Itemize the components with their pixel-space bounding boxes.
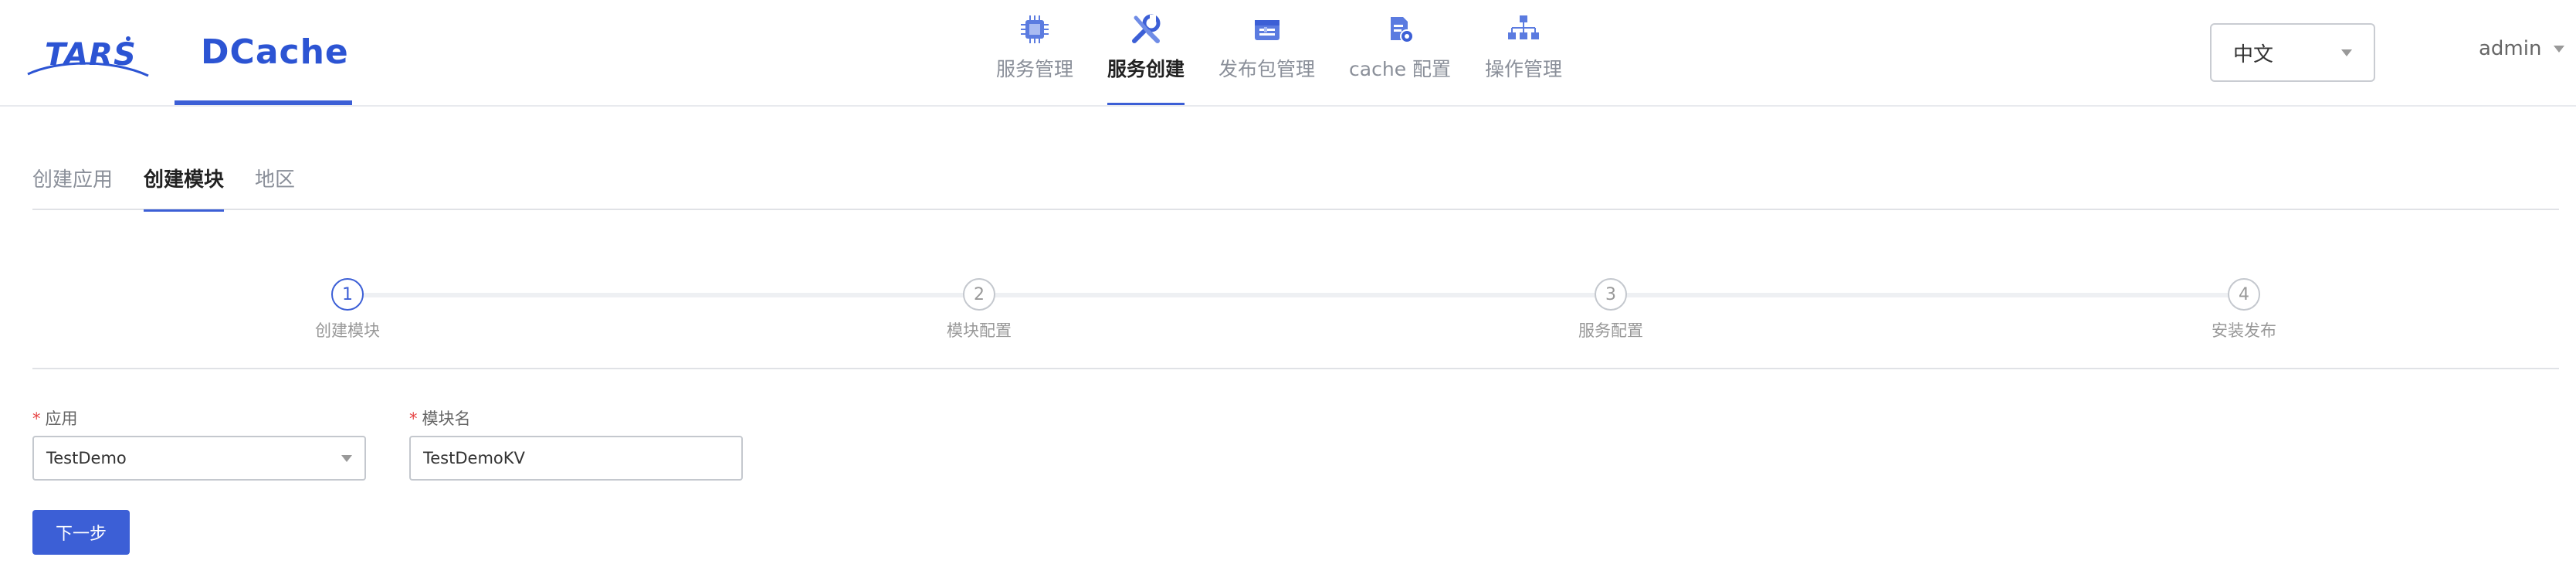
sub-tabs: 创建应用 创建模块 地区 [32, 155, 2559, 212]
nav-label: 服务管理 [996, 58, 1074, 80]
user-menu[interactable]: admin [2479, 37, 2565, 60]
module-name-input[interactable] [409, 436, 743, 481]
nav-label: 服务创建 [1107, 58, 1185, 80]
nav-item-service-management[interactable]: 服务管理 [996, 0, 1073, 105]
nav-label: 操作管理 [1485, 58, 1563, 80]
step-1: 1 创建模块 [270, 278, 425, 341]
step-4: 4 安装发布 [2167, 278, 2321, 341]
network-tree-icon [1507, 12, 1541, 46]
chevron-down-icon [341, 454, 352, 462]
step-2: 2 模块配置 [902, 278, 1056, 341]
step-progress: 1 创建模块 2 模块配置 3 服务配置 4 安装发布 [32, 255, 2559, 369]
wrench-icon [1129, 12, 1163, 46]
step-3: 3 服务配置 [1534, 278, 1688, 341]
app-label: * 应用 [32, 406, 366, 433]
chevron-down-icon [2554, 45, 2565, 53]
dcache-logo-text: DCache [201, 32, 349, 72]
tars-logo[interactable]: TARS [26, 29, 150, 83]
required-mark: * [32, 409, 41, 428]
step-label: 创建模块 [315, 321, 380, 340]
module-label-text: 模块名 [422, 409, 471, 428]
step-label: 模块配置 [947, 321, 1012, 340]
tab-create-app[interactable]: 创建应用 [32, 164, 113, 210]
nav-item-cache-config[interactable]: cache 配置 [1349, 0, 1451, 105]
step-number: 2 [963, 278, 995, 311]
language-select[interactable]: 中文 [2210, 23, 2375, 82]
package-icon [1250, 12, 1284, 46]
dcache-logo-tab[interactable]: DCache [175, 0, 352, 105]
user-name: admin [2479, 37, 2542, 60]
top-header: TARS DCache 服务管理 服务创建 发布包管理 cache 配置 操作管… [0, 0, 2576, 107]
required-mark: * [409, 409, 418, 428]
app-select-value: TestDemo [46, 449, 127, 467]
main-nav: 服务管理 服务创建 发布包管理 cache 配置 操作管理 [996, 0, 1596, 105]
module-label: * 模块名 [409, 406, 743, 433]
nav-item-service-creation[interactable]: 服务创建 [1107, 0, 1185, 105]
dcache-logo: DCache [201, 32, 349, 72]
nav-item-operation-management[interactable]: 操作管理 [1485, 0, 1562, 105]
nav-item-package-management[interactable]: 发布包管理 [1219, 0, 1315, 105]
step-label: 服务配置 [1578, 321, 1643, 340]
app-label-text: 应用 [45, 409, 78, 428]
step-number: 3 [1595, 278, 1627, 311]
config-file-icon [1383, 12, 1417, 46]
step-number: 1 [331, 278, 364, 311]
tab-create-module[interactable]: 创建模块 [144, 164, 225, 212]
language-value: 中文 [2233, 42, 2274, 66]
app-field: * 应用 TestDemo [32, 406, 366, 481]
nav-label: 发布包管理 [1219, 58, 1316, 80]
step-label: 安装发布 [2212, 321, 2276, 340]
next-step-button[interactable]: 下一步 [32, 510, 130, 555]
app-select[interactable]: TestDemo [32, 436, 366, 481]
chevron-down-icon [2341, 49, 2352, 56]
module-field: * 模块名 [409, 406, 743, 481]
nav-label: cache 配置 [1349, 58, 1452, 80]
step-number: 4 [2228, 278, 2260, 311]
step-track [347, 293, 2244, 297]
chip-icon [1018, 12, 1052, 46]
tab-region[interactable]: 地区 [255, 164, 295, 210]
